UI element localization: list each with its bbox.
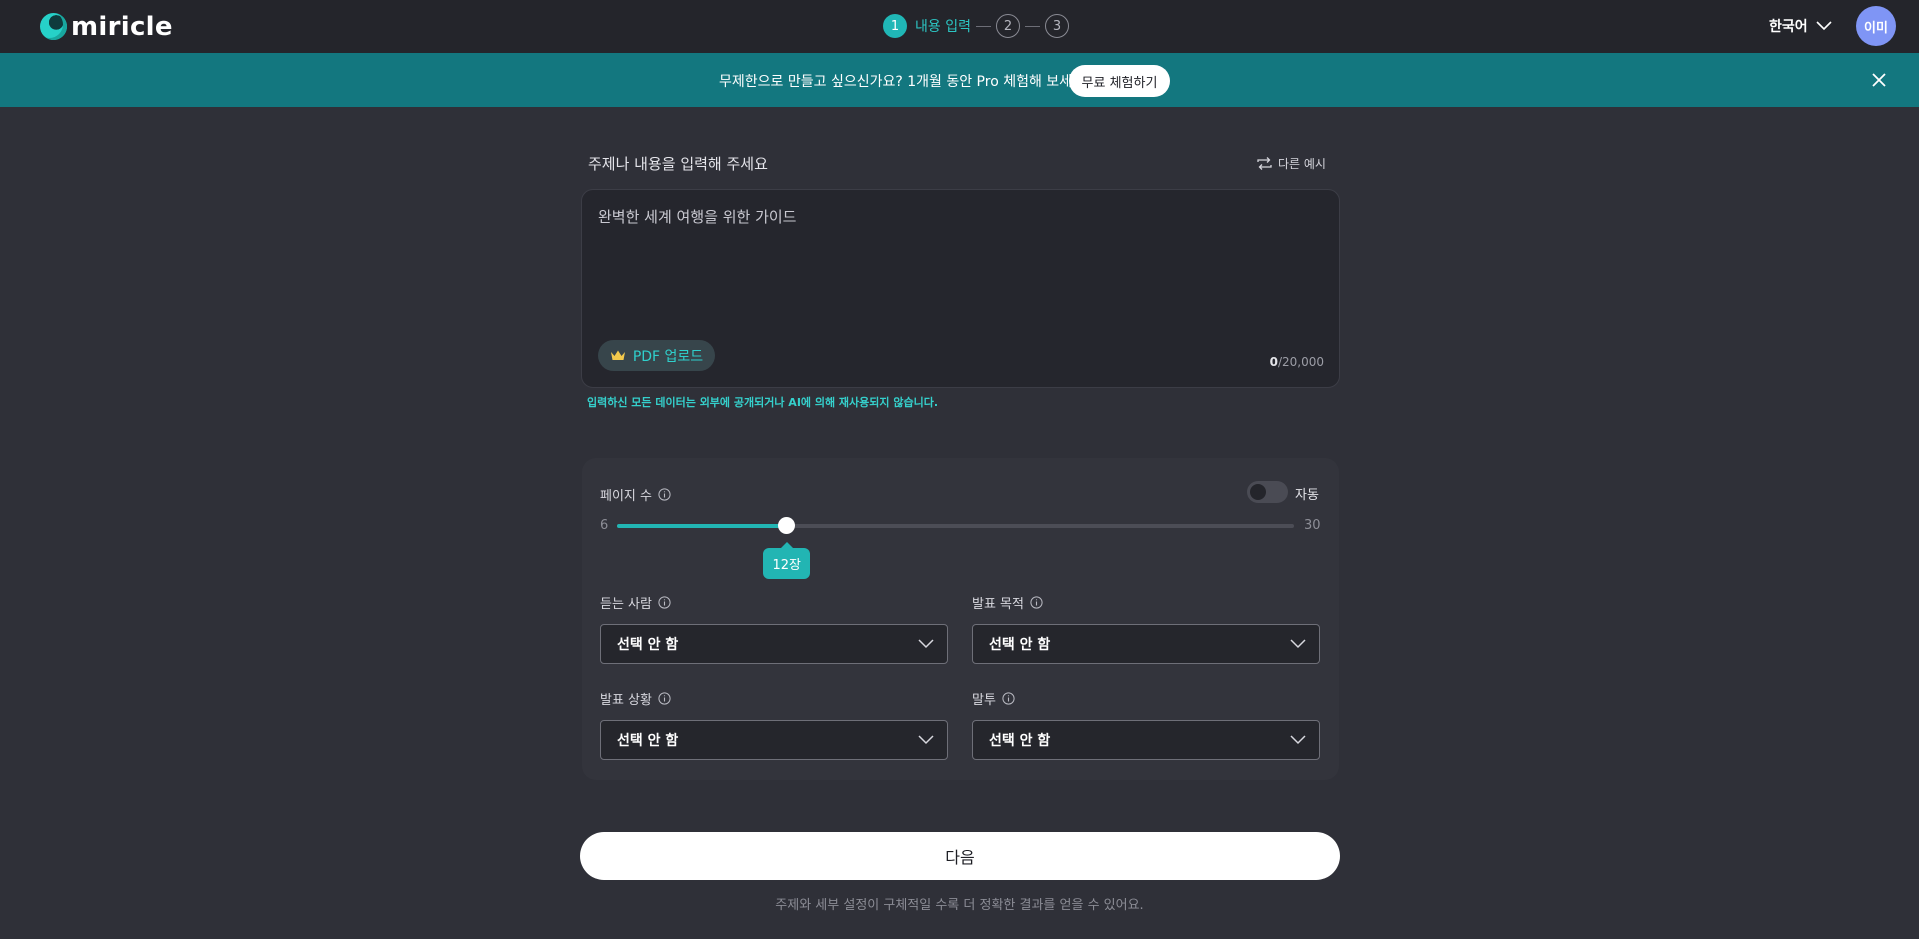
step-3-circle: 3 xyxy=(1044,14,1069,38)
settings-card: 페이지 수 자동 6 30 12장 듣는 사람 선택 안 함 발표 목적 선택 … xyxy=(582,458,1339,780)
logo[interactable]: miricle xyxy=(40,13,173,40)
tone-label: 말투 xyxy=(972,693,996,708)
toggle-knob xyxy=(1250,484,1266,500)
promo-banner: 무제한으로 만들고 싶으신가요? 1개월 동안 Pro 체험해 보세요! xyxy=(0,53,1919,107)
step-1-circle: 1 xyxy=(883,14,907,38)
free-trial-button[interactable]: 무료 체험하기 xyxy=(1069,65,1170,97)
info-icon[interactable] xyxy=(658,596,671,609)
char-counter: 0/20,000 xyxy=(1270,355,1324,369)
hint-text: 주제와 세부 설정이 구체적일 수록 더 정확한 결과를 얻을 수 있어요. xyxy=(775,898,1144,913)
language-selector[interactable]: 한국어 xyxy=(1769,16,1832,36)
char-count-current: 0 xyxy=(1269,355,1278,369)
avatar[interactable]: 이미 xyxy=(1856,6,1896,46)
audience-select[interactable]: 선택 안 함 xyxy=(600,624,948,664)
slider-max-label: 30 xyxy=(1304,518,1321,533)
situation-select[interactable]: 선택 안 함 xyxy=(600,720,948,760)
prompt-input[interactable] xyxy=(598,206,1318,306)
privacy-note: 입력하신 모든 데이터는 외부에 공개되거나 AI에 의해 재사용되지 않습니다… xyxy=(587,396,939,409)
pdf-upload-label: PDF 업로드 xyxy=(632,348,704,365)
slider-value-tooltip: 12장 xyxy=(763,542,811,579)
step-connector xyxy=(975,25,991,27)
logo-text: miricle xyxy=(71,11,173,42)
step-2-circle: 2 xyxy=(995,14,1020,38)
auto-toggle[interactable] xyxy=(1247,481,1288,503)
audience-value: 선택 안 함 xyxy=(617,637,679,653)
chevron-down-icon xyxy=(1816,21,1832,31)
slider-min-label: 6 xyxy=(600,518,609,533)
situation-label-row: 발표 상황 xyxy=(600,689,671,708)
other-example-label: 다른 예시 xyxy=(1278,157,1326,171)
top-bar: miricle 1 내용 입력 2 3 한국어 이미 xyxy=(0,0,1919,53)
refresh-icon xyxy=(1257,157,1272,170)
slider-handle[interactable] xyxy=(778,517,796,534)
tone-label-row: 말투 xyxy=(972,689,1015,708)
other-example-button[interactable]: 다른 예시 xyxy=(1256,155,1326,172)
chevron-down-icon xyxy=(918,735,934,745)
crown-icon xyxy=(610,350,625,360)
pdf-upload-button[interactable]: PDF 업로드 xyxy=(598,340,715,371)
info-icon[interactable] xyxy=(1030,596,1043,609)
audience-label: 듣는 사람 xyxy=(600,597,652,612)
prompt-box: PDF 업로드 0/20,000 xyxy=(581,189,1340,388)
step-connector xyxy=(1024,25,1040,27)
audience-label-row: 듣는 사람 xyxy=(600,593,671,612)
tone-value: 선택 안 함 xyxy=(989,733,1051,749)
chevron-down-icon xyxy=(1290,639,1306,649)
tone-select[interactable]: 선택 안 함 xyxy=(972,720,1320,760)
step-1-label: 내용 입력 xyxy=(915,19,971,35)
slider-fill xyxy=(617,524,787,528)
next-button[interactable]: 다음 xyxy=(580,832,1340,880)
chevron-down-icon xyxy=(1290,735,1306,745)
page-count-label-row: 페이지 수 xyxy=(600,485,671,504)
chevron-down-icon xyxy=(918,639,934,649)
logo-icon xyxy=(40,13,67,40)
info-icon[interactable] xyxy=(658,488,671,501)
purpose-value: 선택 안 함 xyxy=(989,637,1051,653)
step-indicator: 1 내용 입력 2 3 xyxy=(883,14,1069,38)
auto-label: 자동 xyxy=(1295,488,1319,503)
language-label: 한국어 xyxy=(1769,19,1808,35)
purpose-label-row: 발표 목적 xyxy=(972,593,1043,612)
close-icon[interactable] xyxy=(1871,72,1887,88)
prompt-title: 주제나 내용을 입력해 주세요 xyxy=(588,155,768,173)
purpose-select[interactable]: 선택 안 함 xyxy=(972,624,1320,664)
info-icon[interactable] xyxy=(1002,692,1015,705)
situation-label: 발표 상황 xyxy=(600,693,652,708)
info-icon[interactable] xyxy=(658,692,671,705)
purpose-label: 발표 목적 xyxy=(972,597,1024,612)
char-count-max: /20,000 xyxy=(1277,355,1324,369)
page-count-slider[interactable] xyxy=(617,517,1294,534)
page-count-label: 페이지 수 xyxy=(600,489,652,504)
situation-value: 선택 안 함 xyxy=(617,733,679,749)
promo-text: 무제한으로 만들고 싶으신가요? 1개월 동안 Pro 체험해 보세요! xyxy=(719,74,1091,90)
